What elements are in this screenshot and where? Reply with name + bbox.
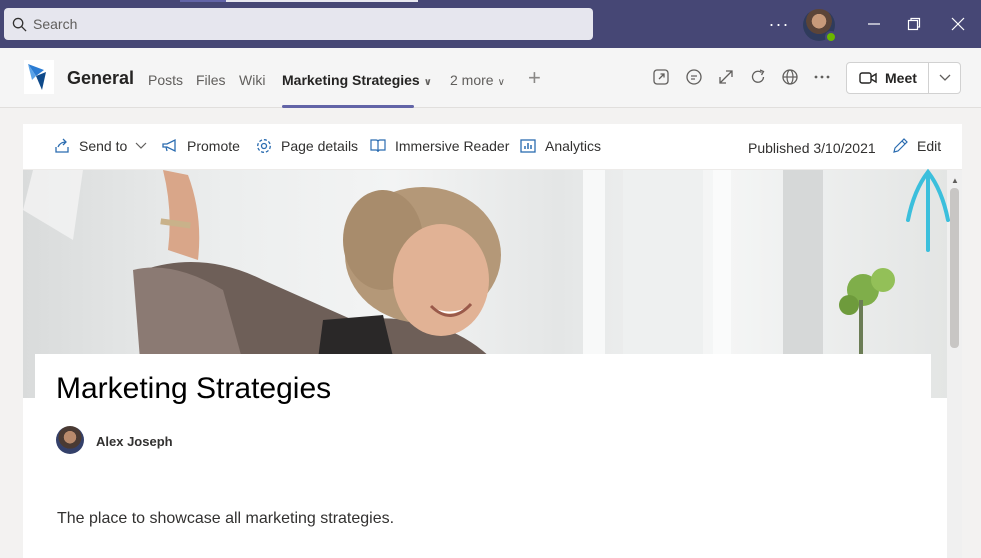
restore-icon	[907, 17, 921, 31]
close-button[interactable]	[944, 10, 972, 38]
restore-button[interactable]	[900, 10, 928, 38]
pop-out-icon[interactable]	[651, 67, 671, 87]
active-tab-indicator	[282, 105, 414, 108]
analytics-label: Analytics	[545, 138, 602, 154]
search-input[interactable]	[33, 16, 573, 32]
share-icon	[55, 138, 69, 153]
pencil-icon	[893, 138, 908, 153]
tab-more[interactable]: 2 more ∨	[450, 72, 505, 88]
tab-more-label: 2 more	[450, 72, 494, 88]
minimize-button[interactable]	[860, 10, 888, 38]
promote-button[interactable]: Promote	[161, 137, 240, 155]
channel-header: General Posts Files Wiki Marketing Strat…	[0, 48, 981, 108]
user-avatar[interactable]	[803, 9, 837, 43]
analytics-icon	[520, 139, 536, 153]
sharepoint-page: Send to Promote Page details Immersive R…	[23, 124, 962, 558]
chevron-down-icon	[135, 142, 147, 149]
channel-name: General	[67, 68, 135, 88]
meet-dropdown-button[interactable]	[929, 74, 960, 82]
immersive-reader-label: Immersive Reader	[395, 138, 510, 154]
annotation-arrow-up-icon	[906, 168, 950, 252]
meet-button-group: Meet	[846, 62, 961, 94]
meet-label: Meet	[885, 70, 917, 86]
author-name[interactable]: Alex Joseph	[96, 434, 173, 449]
page-description: The place to showcase all marketing stra…	[57, 510, 395, 527]
page-details-label: Page details	[281, 138, 359, 154]
send-to-button[interactable]: Send to	[53, 137, 147, 155]
chevron-down-icon	[939, 74, 950, 81]
edit-button[interactable]: Edit	[891, 137, 941, 155]
tab-wiki[interactable]: Wiki	[239, 72, 265, 88]
refresh-icon[interactable]	[748, 67, 768, 87]
minimize-icon	[868, 23, 880, 25]
send-to-label: Send to	[79, 138, 128, 154]
page-title: Marketing Strategies	[56, 372, 332, 405]
gear-icon	[257, 139, 271, 153]
expand-icon[interactable]	[716, 67, 736, 87]
author-avatar[interactable]	[56, 426, 84, 454]
immersive-reader-button[interactable]: Immersive Reader	[369, 137, 509, 155]
published-date: Published 3/10/2021	[748, 140, 876, 156]
add-tab-button[interactable]: +	[528, 65, 541, 91]
globe-icon[interactable]	[780, 67, 800, 87]
close-icon	[951, 17, 965, 31]
chevron-down-icon: ∨	[497, 77, 505, 88]
team-logo-icon	[24, 60, 54, 94]
search-box[interactable]	[4, 8, 593, 40]
meet-button[interactable]: Meet	[847, 63, 929, 93]
title-accent	[180, 0, 226, 2]
presence-available-icon	[825, 31, 837, 43]
title-bar: ···	[0, 0, 981, 48]
edit-label: Edit	[917, 138, 942, 154]
page-details-button[interactable]: Page details	[255, 137, 358, 155]
analytics-button[interactable]: Analytics	[519, 137, 601, 155]
search-icon	[12, 17, 27, 32]
video-camera-icon	[859, 72, 877, 84]
tab-marketing-strategies[interactable]: Marketing Strategies ∨	[282, 72, 432, 88]
page-title-card: Marketing Strategies Alex Joseph The pla…	[35, 354, 931, 558]
tab-files[interactable]: Files	[196, 72, 226, 88]
title-accent-light	[226, 0, 418, 2]
more-options-button[interactable]: ···	[765, 10, 793, 38]
tab-marketing-strategies-label: Marketing Strategies	[282, 72, 420, 88]
more-actions-icon[interactable]	[812, 67, 832, 87]
megaphone-icon	[162, 138, 176, 153]
tab-posts[interactable]: Posts	[148, 72, 183, 88]
immersive-reader-icon	[370, 139, 386, 153]
promote-label: Promote	[187, 138, 240, 154]
conversation-icon[interactable]	[684, 67, 704, 87]
chevron-down-icon: ∨	[423, 77, 432, 88]
page-command-bar: Send to Promote Page details Immersive R…	[23, 124, 962, 170]
